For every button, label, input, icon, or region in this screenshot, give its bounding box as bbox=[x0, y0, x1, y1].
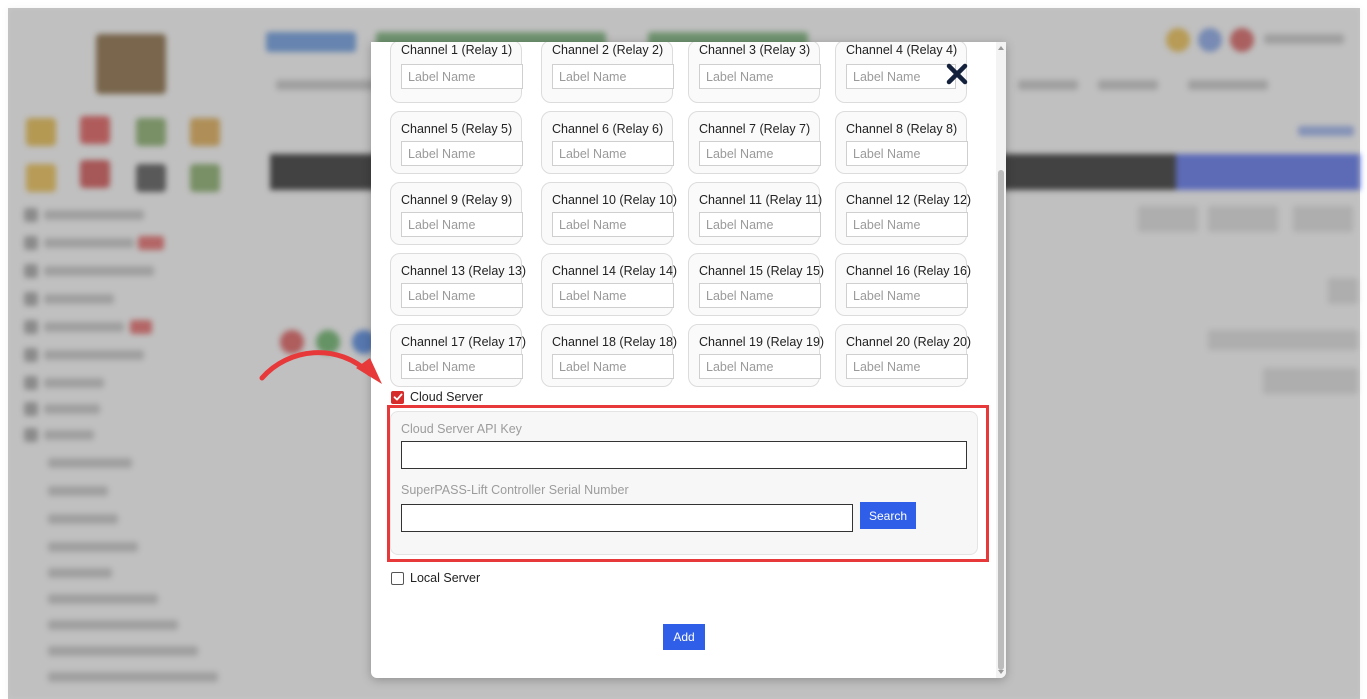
channel-label: Channel 16 (Relay 16) bbox=[846, 264, 972, 278]
channel-card: Channel 18 (Relay 18) bbox=[541, 324, 677, 387]
search-button[interactable]: Search bbox=[860, 502, 916, 529]
check-icon bbox=[393, 393, 402, 401]
channel-label-input[interactable] bbox=[699, 354, 821, 379]
cloud-server-label: Cloud Server bbox=[410, 390, 483, 404]
channel-label-input[interactable] bbox=[846, 354, 968, 379]
channel-card: Channel 3 (Relay 3) bbox=[688, 42, 821, 103]
channel-card: Channel 20 (Relay 20) bbox=[835, 324, 971, 387]
channel-card: Channel 14 (Relay 14) bbox=[541, 253, 677, 316]
channel-label: Channel 2 (Relay 2) bbox=[552, 43, 664, 57]
api-key-input[interactable] bbox=[401, 441, 967, 469]
channel-card: Channel 1 (Relay 1) bbox=[390, 42, 523, 103]
channel-card: Channel 15 (Relay 15) bbox=[688, 253, 824, 316]
channel-label: Channel 18 (Relay 18) bbox=[552, 335, 678, 349]
channel-label-input[interactable] bbox=[552, 212, 674, 237]
scrollbar-thumb[interactable] bbox=[998, 170, 1004, 670]
channel-label: Channel 10 (Relay 10) bbox=[552, 193, 678, 207]
local-server-checkbox-row[interactable]: Local Server bbox=[391, 570, 480, 586]
channel-label: Channel 20 (Relay 20) bbox=[846, 335, 972, 349]
channel-label-input[interactable] bbox=[846, 212, 968, 237]
serial-number-input[interactable] bbox=[401, 504, 853, 532]
channel-label-input[interactable] bbox=[699, 212, 821, 237]
channel-card: Channel 2 (Relay 2) bbox=[541, 42, 674, 103]
channel-label: Channel 1 (Relay 1) bbox=[401, 43, 513, 57]
channel-label-input[interactable] bbox=[552, 141, 674, 166]
channel-label: Channel 13 (Relay 13) bbox=[401, 264, 527, 278]
channel-label-input[interactable] bbox=[401, 141, 523, 166]
serial-number-label: SuperPASS-Lift Controller Serial Number bbox=[401, 483, 629, 497]
channel-label-input[interactable] bbox=[846, 141, 968, 166]
modal-scrollbar[interactable] bbox=[996, 42, 1006, 678]
close-icon[interactable] bbox=[945, 62, 969, 86]
channel-card: Channel 13 (Relay 13) bbox=[390, 253, 526, 316]
channel-label: Channel 3 (Relay 3) bbox=[699, 43, 811, 57]
channel-label: Channel 14 (Relay 14) bbox=[552, 264, 678, 278]
channel-label-input[interactable] bbox=[401, 354, 523, 379]
scroll-down-arrow-icon[interactable] bbox=[997, 668, 1005, 676]
channel-label-input[interactable] bbox=[552, 283, 674, 308]
channel-label: Channel 4 (Relay 4) bbox=[846, 43, 958, 57]
channel-label: Channel 5 (Relay 5) bbox=[401, 122, 513, 136]
channel-label: Channel 6 (Relay 6) bbox=[552, 122, 664, 136]
channel-label: Channel 17 (Relay 17) bbox=[401, 335, 527, 349]
channel-card: Channel 11 (Relay 11) bbox=[688, 182, 823, 245]
channel-label: Channel 15 (Relay 15) bbox=[699, 264, 825, 278]
channel-card: Channel 17 (Relay 17) bbox=[390, 324, 526, 387]
channel-label: Channel 7 (Relay 7) bbox=[699, 122, 811, 136]
channel-label-input[interactable] bbox=[401, 283, 523, 308]
channel-card: Channel 16 (Relay 16) bbox=[835, 253, 971, 316]
local-server-label: Local Server bbox=[410, 571, 481, 585]
channel-card: Channel 6 (Relay 6) bbox=[541, 111, 674, 174]
channel-card: Channel 19 (Relay 19) bbox=[688, 324, 824, 387]
cloud-server-checkbox-row[interactable]: Cloud Server bbox=[391, 389, 483, 405]
channel-label: Channel 19 (Relay 19) bbox=[699, 335, 825, 349]
relay-settings-modal: Channel 1 (Relay 1) Channel 2 (Relay 2) … bbox=[371, 42, 1006, 678]
channel-card: Channel 5 (Relay 5) bbox=[390, 111, 523, 174]
local-server-checkbox[interactable] bbox=[391, 571, 404, 585]
channel-card: Channel 7 (Relay 7) bbox=[688, 111, 821, 174]
channel-card: Channel 9 (Relay 9) bbox=[390, 182, 523, 245]
channel-label-input[interactable] bbox=[699, 64, 821, 89]
channel-card: Channel 10 (Relay 10) bbox=[541, 182, 677, 245]
channel-card: Channel 12 (Relay 12) bbox=[835, 182, 971, 245]
cloud-server-checkbox[interactable] bbox=[391, 390, 404, 404]
channel-label-input[interactable] bbox=[552, 354, 674, 379]
scroll-up-arrow-icon[interactable] bbox=[997, 44, 1005, 52]
channel-label-input[interactable] bbox=[401, 212, 523, 237]
channel-label: Channel 12 (Relay 12) bbox=[846, 193, 972, 207]
channel-label-input[interactable] bbox=[401, 64, 523, 89]
channel-card: Channel 8 (Relay 8) bbox=[835, 111, 968, 174]
channel-label-input[interactable] bbox=[699, 141, 821, 166]
cloud-server-panel: Cloud Server API Key SuperPASS-Lift Cont… bbox=[390, 411, 978, 555]
channel-label-input[interactable] bbox=[552, 64, 674, 89]
channel-label: Channel 9 (Relay 9) bbox=[401, 193, 513, 207]
channel-label: Channel 8 (Relay 8) bbox=[846, 122, 958, 136]
add-button[interactable]: Add bbox=[663, 624, 705, 650]
channel-label: Channel 11 (Relay 11) bbox=[699, 193, 823, 207]
api-key-label: Cloud Server API Key bbox=[401, 422, 522, 436]
channel-label-input[interactable] bbox=[846, 283, 968, 308]
channel-label-input[interactable] bbox=[699, 283, 821, 308]
channel-label-input[interactable] bbox=[846, 64, 956, 89]
